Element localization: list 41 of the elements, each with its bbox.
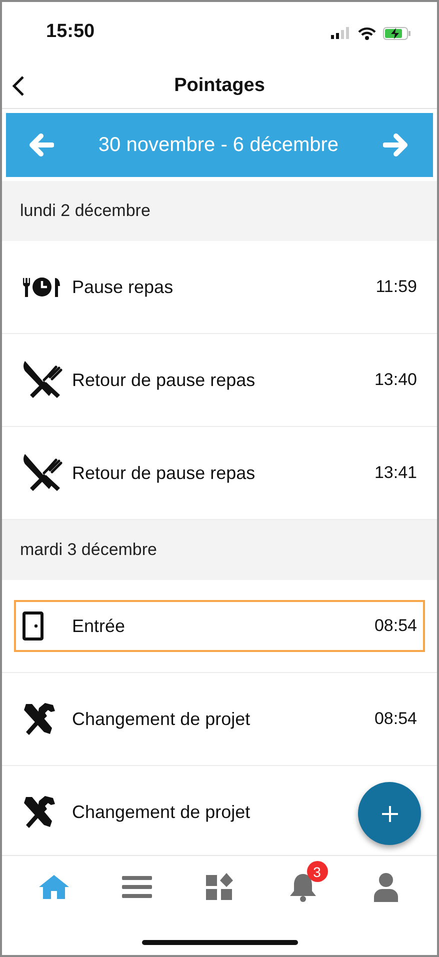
utensils-icon (22, 452, 64, 494)
tools-icon (22, 795, 56, 829)
entry-row[interactable]: Pause repas 11:59 (14, 261, 425, 313)
entry-row[interactable]: Changement de projet (14, 786, 425, 838)
arrow-left-icon[interactable] (28, 133, 54, 157)
tools-icon (22, 702, 56, 736)
day-label: mardi 3 décembre (20, 540, 158, 560)
page-title: Pointages (174, 75, 265, 97)
entry-row[interactable]: Retour de pause repas 13:41 (14, 447, 425, 499)
meal-clock-icon (22, 276, 62, 298)
user-icon[interactable] (372, 872, 398, 902)
entry-row[interactable]: Changement de projet 08:54 (14, 693, 425, 745)
status-time: 15:50 (46, 21, 95, 43)
entry-label: Pause repas (72, 276, 174, 298)
entry-label: Changement de projet (72, 708, 250, 730)
apps-icon[interactable] (206, 873, 234, 901)
entry-label: Changement de projet (72, 802, 250, 822)
home-icon[interactable] (38, 874, 70, 900)
wifi-icon (358, 26, 376, 40)
entry-time: 13:40 (374, 370, 417, 390)
entry-row[interactable]: Entrée 08:54 (14, 600, 425, 652)
week-range: 30 novembre - 6 décembre (98, 134, 339, 156)
plus-icon (380, 804, 398, 822)
entry-row[interactable]: Retour de pause repas 13:40 (14, 354, 425, 406)
battery-icon (383, 26, 411, 40)
entry-time: 11:59 (376, 277, 417, 297)
entry-time: 13:41 (374, 463, 417, 483)
back-icon[interactable] (12, 75, 25, 97)
add-button[interactable] (358, 782, 421, 845)
entry-time: 08:54 (374, 709, 417, 729)
entry-time: 08:54 (374, 616, 417, 636)
utensils-icon (22, 359, 64, 401)
entry-label: Retour de pause repas (72, 462, 256, 484)
entry-label: Retour de pause repas (72, 370, 256, 390)
signal-icon (331, 27, 351, 39)
menu-icon[interactable] (122, 875, 152, 899)
door-icon (22, 611, 44, 641)
notification-badge: 3 (306, 861, 328, 882)
entry-label: Entrée (72, 616, 126, 636)
day-label: lundi 2 décembre (20, 201, 150, 221)
arrow-right-icon[interactable] (382, 133, 409, 157)
